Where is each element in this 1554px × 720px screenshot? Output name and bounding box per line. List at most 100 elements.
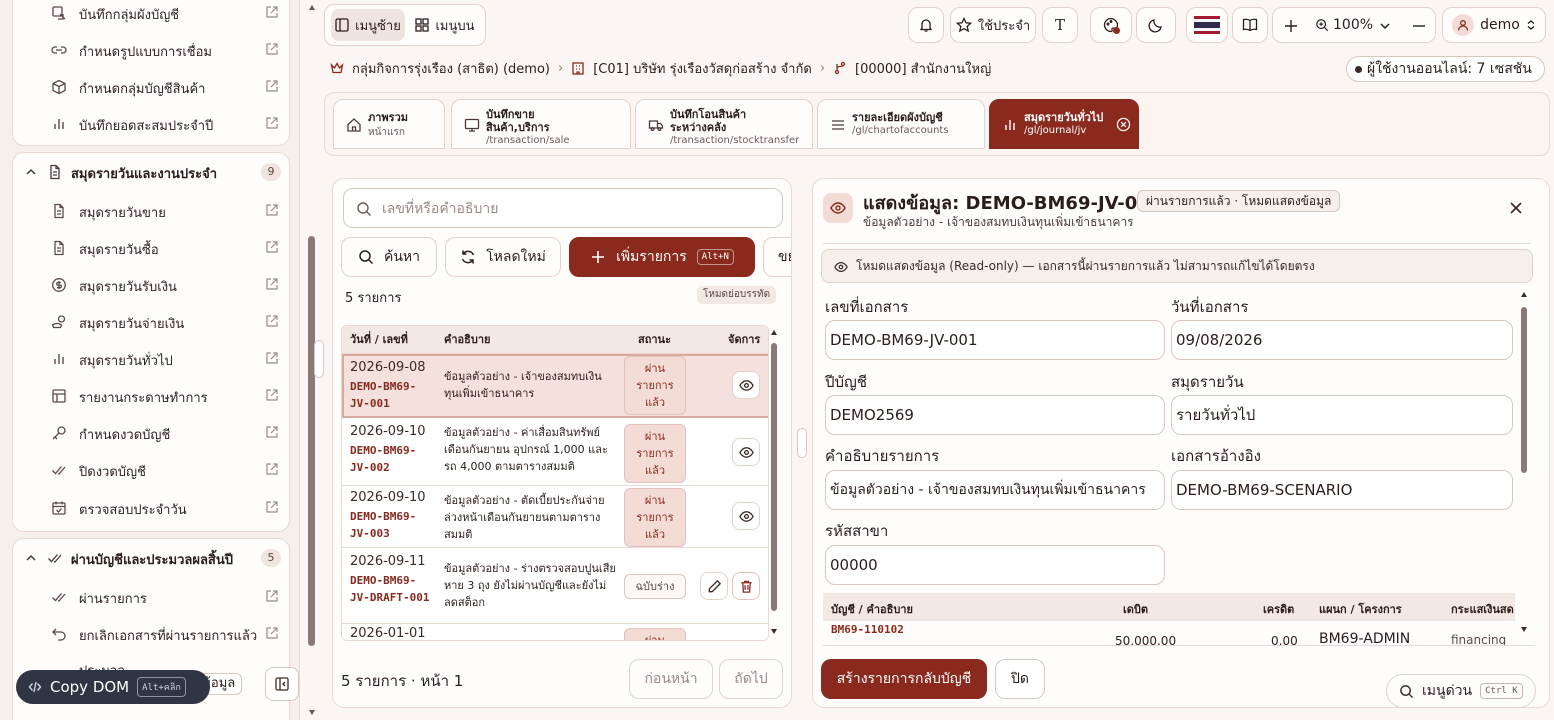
scroll-down-icon[interactable] <box>308 708 316 716</box>
sidebar-group-header[interactable]: ผ่านบัญชีและประมวลผลสิ้นปี 5 <box>13 540 291 576</box>
expand-button[interactable]: ขยาย <box>763 237 791 277</box>
lines-table-row[interactable]: BM69-110102 50,000.00 0.00 BM69-ADMIN fi… <box>823 621 1515 645</box>
sidebar-item-close-period[interactable]: ปิดงวดบัญชี <box>13 452 291 488</box>
sidebar-item[interactable]: บันทึกยอดสะสมประจำปี <box>13 106 291 142</box>
zoom-level[interactable]: 100% <box>1333 17 1373 33</box>
external-link-icon[interactable] <box>265 5 279 19</box>
external-link-icon[interactable] <box>265 462 279 476</box>
quick-menu-button[interactable]: เมนูด่วน Ctrl K <box>1386 674 1536 708</box>
tab-chart-of-accounts[interactable]: รายละเอียดผังบัญชี /gl/chartofaccounts <box>817 99 985 149</box>
zoom-in-icon[interactable] <box>1283 18 1299 34</box>
external-link-icon[interactable] <box>265 626 279 640</box>
col-status[interactable]: สถานะ <box>638 326 671 354</box>
breadcrumb-group[interactable]: กลุ่มกิจการรุ่งเรือง (สาธิต) (demo) <box>352 58 550 79</box>
next-page-button[interactable]: ถัดไป <box>719 659 783 699</box>
breadcrumb-company[interactable]: [C01] บริษัท รุ่งเรืองวัสดุก่อสร้าง จำกั… <box>593 58 812 79</box>
sidebar-item[interactable]: กำหนดรูปแบบการเชื่อม <box>13 32 291 68</box>
table-row[interactable]: 2026-09-11 DEMO-BM69-JV-DRAFT-001 ข้อมูล… <box>342 548 768 624</box>
add-entry-button[interactable]: เพิ่มรายการ Alt+N <box>569 237 755 277</box>
scroll-up-icon[interactable] <box>1520 291 1528 299</box>
table-scrollbar[interactable] <box>769 325 779 641</box>
scrollbar-thumb[interactable] <box>771 343 777 611</box>
external-link-icon[interactable] <box>265 79 279 93</box>
search-button[interactable]: ค้นหา <box>341 237 437 277</box>
table-row[interactable]: 2026-01-01 ผ่าน <box>342 624 768 640</box>
search-input[interactable] <box>382 197 772 221</box>
tab-general-journal[interactable]: สมุดรายวันทั่วไป /gl/journal/jv <box>989 99 1139 149</box>
external-link-icon[interactable] <box>265 42 279 56</box>
col-date[interactable]: วันที่ / เลขที่ <box>350 326 408 354</box>
user-menu-button[interactable]: demo <box>1442 7 1546 43</box>
sidebar-item-unpost[interactable]: ยกเลิกเอกสารที่ผ่านรายการแล้ว <box>13 616 291 652</box>
reference-field[interactable]: DEMO-BM69-SCENARIO <box>1171 470 1513 510</box>
resize-handle[interactable] <box>314 340 324 378</box>
year-field[interactable]: DEMO2569 <box>825 395 1165 435</box>
sidebar-item-receipt-journal[interactable]: สมุดรายวันรับเงิน <box>13 267 291 303</box>
sidebar-item-sales-journal[interactable]: สมุดรายวันขาย <box>13 193 291 229</box>
external-link-icon[interactable] <box>265 500 279 514</box>
collapse-sidebar-button[interactable] <box>265 667 299 701</box>
reverse-entry-button[interactable]: สร้างรายการกลับบัญชี <box>821 659 987 699</box>
scroll-down-icon[interactable] <box>1520 625 1528 633</box>
breadcrumb-branch[interactable]: [00000] สำนักงานใหญ่ <box>855 58 991 79</box>
menu-top-toggle[interactable]: เมนูบน <box>409 9 481 41</box>
chevron-down-icon[interactable] <box>1379 20 1391 32</box>
zoom-out-icon[interactable] <box>1411 18 1427 34</box>
copy-dom-button[interactable]: Copy DOM Alt+คลิก <box>16 670 210 704</box>
table-row[interactable]: 2026-09-10 DEMO-BM69-JV-003 ข้อมูลตัวอย่… <box>342 486 768 548</box>
sidebar-item-post[interactable]: ผ่านรายการ <box>13 579 291 615</box>
branch-field[interactable]: 00000 <box>825 545 1165 585</box>
sidebar-item[interactable]: กำหนดกลุ่มบัญชีสินค้า <box>13 69 291 105</box>
view-button[interactable] <box>732 371 760 399</box>
notification-button[interactable] <box>908 7 944 43</box>
sidebar-item-general-journal[interactable]: สมุดรายวันทั่วไป <box>13 341 291 377</box>
external-link-icon[interactable] <box>265 277 279 291</box>
delete-button[interactable] <box>732 572 760 600</box>
favorites-button[interactable]: ใช้ประจำ <box>950 7 1036 43</box>
external-link-icon[interactable] <box>265 116 279 130</box>
resize-handle[interactable] <box>797 428 807 458</box>
docdate-field[interactable]: 09/08/2026 <box>1171 320 1513 360</box>
close-icon[interactable] <box>1509 201 1523 215</box>
scroll-up-icon[interactable] <box>770 329 778 337</box>
sidebar-item-payment-journal[interactable]: สมุดรายวันจ่ายเงิน <box>13 304 291 340</box>
dark-mode-button[interactable] <box>1136 7 1176 43</box>
manual-button[interactable] <box>1232 7 1268 43</box>
view-button[interactable] <box>732 502 760 530</box>
scrollbar-thumb[interactable] <box>1521 307 1527 473</box>
tab-sale[interactable]: บันทึกขาย สินค้า,บริการ /transaction/sal… <box>451 99 631 149</box>
sidebar-item-purchase-journal[interactable]: สมุดรายวันซื้อ <box>13 230 291 266</box>
search-box[interactable] <box>343 188 783 228</box>
compact-mode-toggle[interactable]: โหมดย่อบรรทัด <box>697 286 777 304</box>
col-desc[interactable]: คำอธิบาย <box>444 326 490 354</box>
prev-page-button[interactable]: ก่อนหน้า <box>629 659 713 699</box>
menu-left-toggle[interactable]: เมนูซ้าย <box>331 9 405 41</box>
external-link-icon[interactable] <box>265 388 279 402</box>
external-link-icon[interactable] <box>265 314 279 328</box>
journal-field[interactable]: รายวันทั่วไป <box>1171 395 1513 435</box>
sidebar-item[interactable]: บันทึกกลุ่มผังบัญชี <box>13 0 291 31</box>
description-field[interactable]: ข้อมูลตัวอย่าง - เจ้าของสมทบเงินทุนเพิ่ม… <box>825 470 1165 510</box>
close-button[interactable]: ปิด <box>995 659 1045 699</box>
scrollbar-thumb[interactable] <box>308 236 315 646</box>
external-link-icon[interactable] <box>265 203 279 217</box>
view-button[interactable] <box>732 438 760 466</box>
scroll-up-icon[interactable] <box>308 4 316 12</box>
docno-field[interactable]: DEMO-BM69-JV-001 <box>825 320 1165 360</box>
external-link-icon[interactable] <box>265 240 279 254</box>
tab-stock-transfer[interactable]: บันทึกโอนสินค้า ระหว่างคลัง /transaction… <box>635 99 813 149</box>
reload-button[interactable]: โหลดใหม่ <box>445 237 561 277</box>
sidebar-item-daily-check[interactable]: ตรวจสอบประจำวัน <box>13 490 291 526</box>
sidebar-item-define-period[interactable]: กำหนดงวดบัญชี <box>13 415 291 451</box>
external-link-icon[interactable] <box>265 425 279 439</box>
table-row[interactable]: 2026-09-08 DEMO-BM69-JV-001 ข้อมูลตัวอย่… <box>342 354 768 418</box>
close-tab-icon[interactable] <box>1116 117 1131 132</box>
sidebar-group-header[interactable]: สมุดรายวันและงานประจำ 9 <box>13 154 291 190</box>
detail-scrollbar[interactable] <box>1519 289 1529 633</box>
table-row[interactable]: 2026-09-10 DEMO-BM69-JV-002 ข้อมูลตัวอย่… <box>342 418 768 486</box>
theme-palette-button[interactable] <box>1090 7 1132 43</box>
external-link-icon[interactable] <box>265 351 279 365</box>
tab-overview[interactable]: ภาพรวม หน้าแรก <box>333 99 445 149</box>
external-link-icon[interactable] <box>265 589 279 603</box>
language-button[interactable] <box>1186 7 1228 43</box>
